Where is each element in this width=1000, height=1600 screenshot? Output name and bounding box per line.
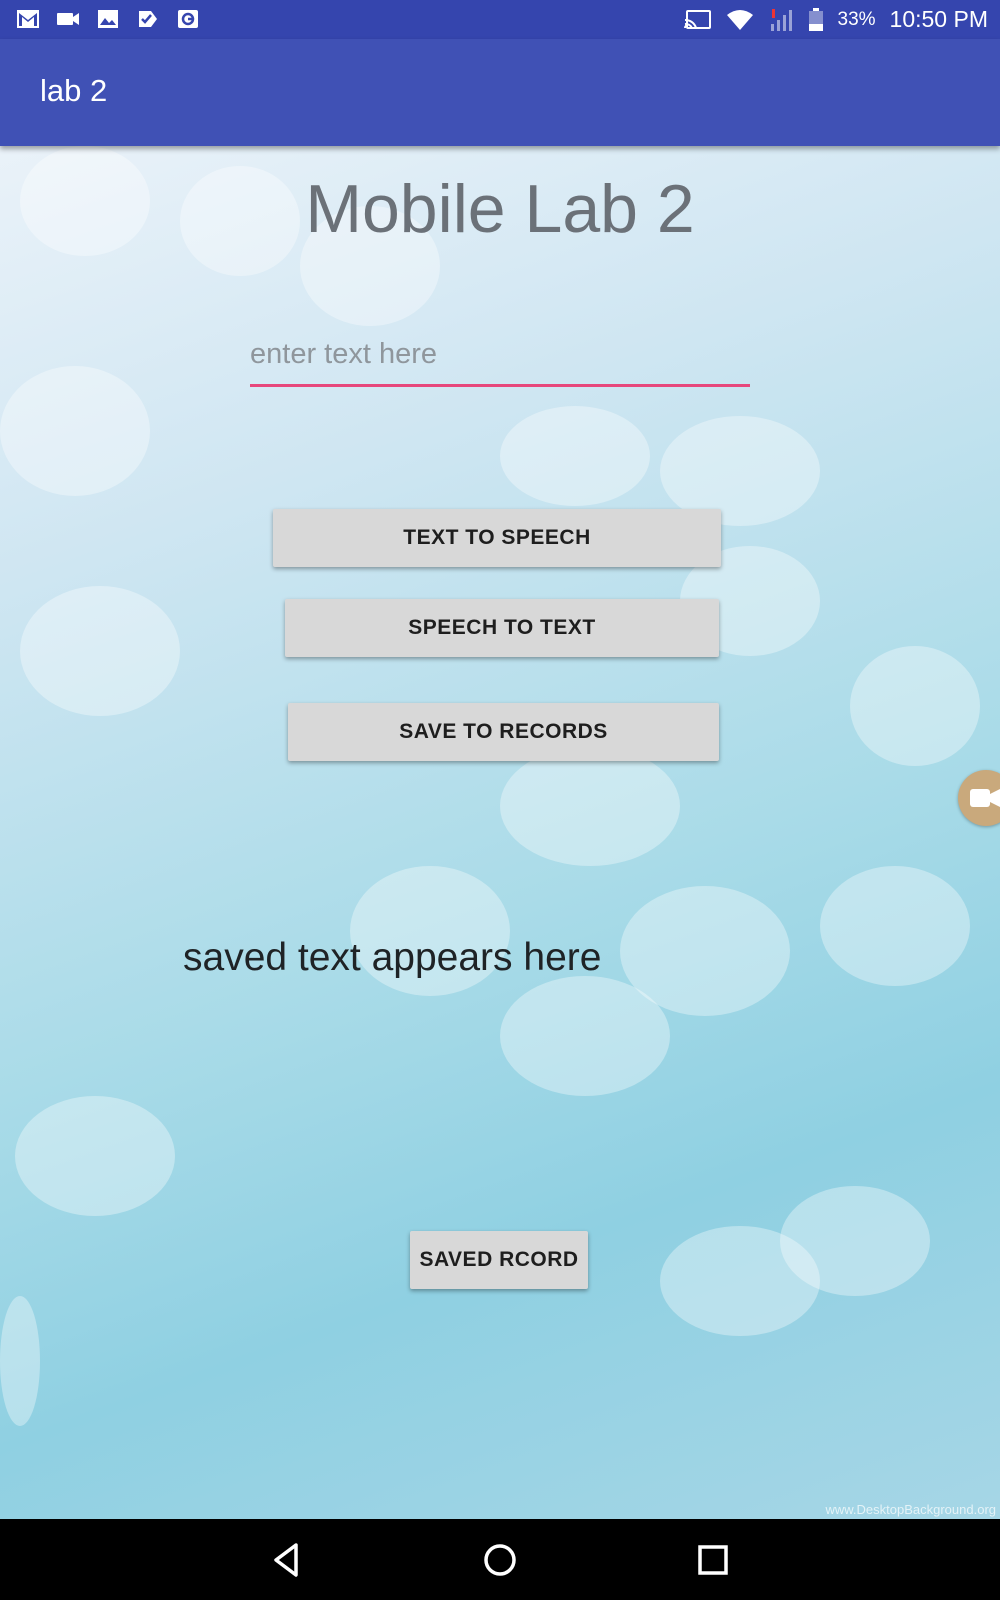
video-camera-icon bbox=[970, 789, 1000, 807]
save-to-records-button[interactable]: SAVE TO RECORDS bbox=[288, 703, 719, 761]
bokeh-circle bbox=[0, 366, 150, 496]
text-input[interactable] bbox=[250, 324, 750, 387]
status-bar: 33% 10:50 PM bbox=[0, 0, 1000, 39]
app-title: lab 2 bbox=[40, 73, 108, 108]
signal-icon bbox=[770, 8, 792, 31]
saved-record-button[interactable]: SAVED RCORD bbox=[410, 1231, 588, 1289]
page-title: Mobile Lab 2 bbox=[305, 171, 695, 247]
saved-text-display: saved text appears here bbox=[183, 936, 602, 979]
maps-icon bbox=[178, 10, 198, 28]
task-icon bbox=[139, 11, 157, 27]
navigation-bar bbox=[0, 1519, 1000, 1600]
bokeh-circle bbox=[0, 1296, 40, 1426]
app-bar: lab 2 bbox=[0, 39, 1000, 146]
watermark: www.DesktopBackground.org bbox=[825, 1502, 996, 1517]
back-icon[interactable] bbox=[266, 1539, 308, 1581]
battery-percent: 33% bbox=[837, 8, 876, 30]
bokeh-circle bbox=[500, 746, 680, 866]
bokeh-circle bbox=[820, 866, 970, 986]
cast-icon bbox=[683, 9, 711, 29]
gmail-icon bbox=[17, 10, 39, 28]
main-content: Mobile Lab 2 TEXT TO SPEECH SPEECH TO TE… bbox=[0, 146, 1000, 1519]
bokeh-circle bbox=[15, 1096, 175, 1216]
clock: 10:50 PM bbox=[889, 6, 988, 32]
bokeh-circle bbox=[500, 406, 650, 506]
bokeh-circle bbox=[20, 586, 180, 716]
floating-camera-button[interactable] bbox=[958, 770, 1000, 826]
home-icon[interactable] bbox=[479, 1539, 521, 1581]
bokeh-circle bbox=[500, 976, 670, 1096]
bokeh-circle bbox=[850, 646, 980, 766]
wifi-icon bbox=[726, 9, 753, 30]
speech-to-text-button[interactable]: SPEECH TO TEXT bbox=[285, 599, 719, 657]
video-icon bbox=[57, 13, 79, 25]
image-icon bbox=[98, 10, 118, 28]
recents-icon[interactable] bbox=[692, 1539, 734, 1581]
text-to-speech-button[interactable]: TEXT TO SPEECH bbox=[273, 509, 721, 567]
bokeh-circle bbox=[660, 1226, 820, 1336]
battery-icon bbox=[808, 7, 823, 31]
